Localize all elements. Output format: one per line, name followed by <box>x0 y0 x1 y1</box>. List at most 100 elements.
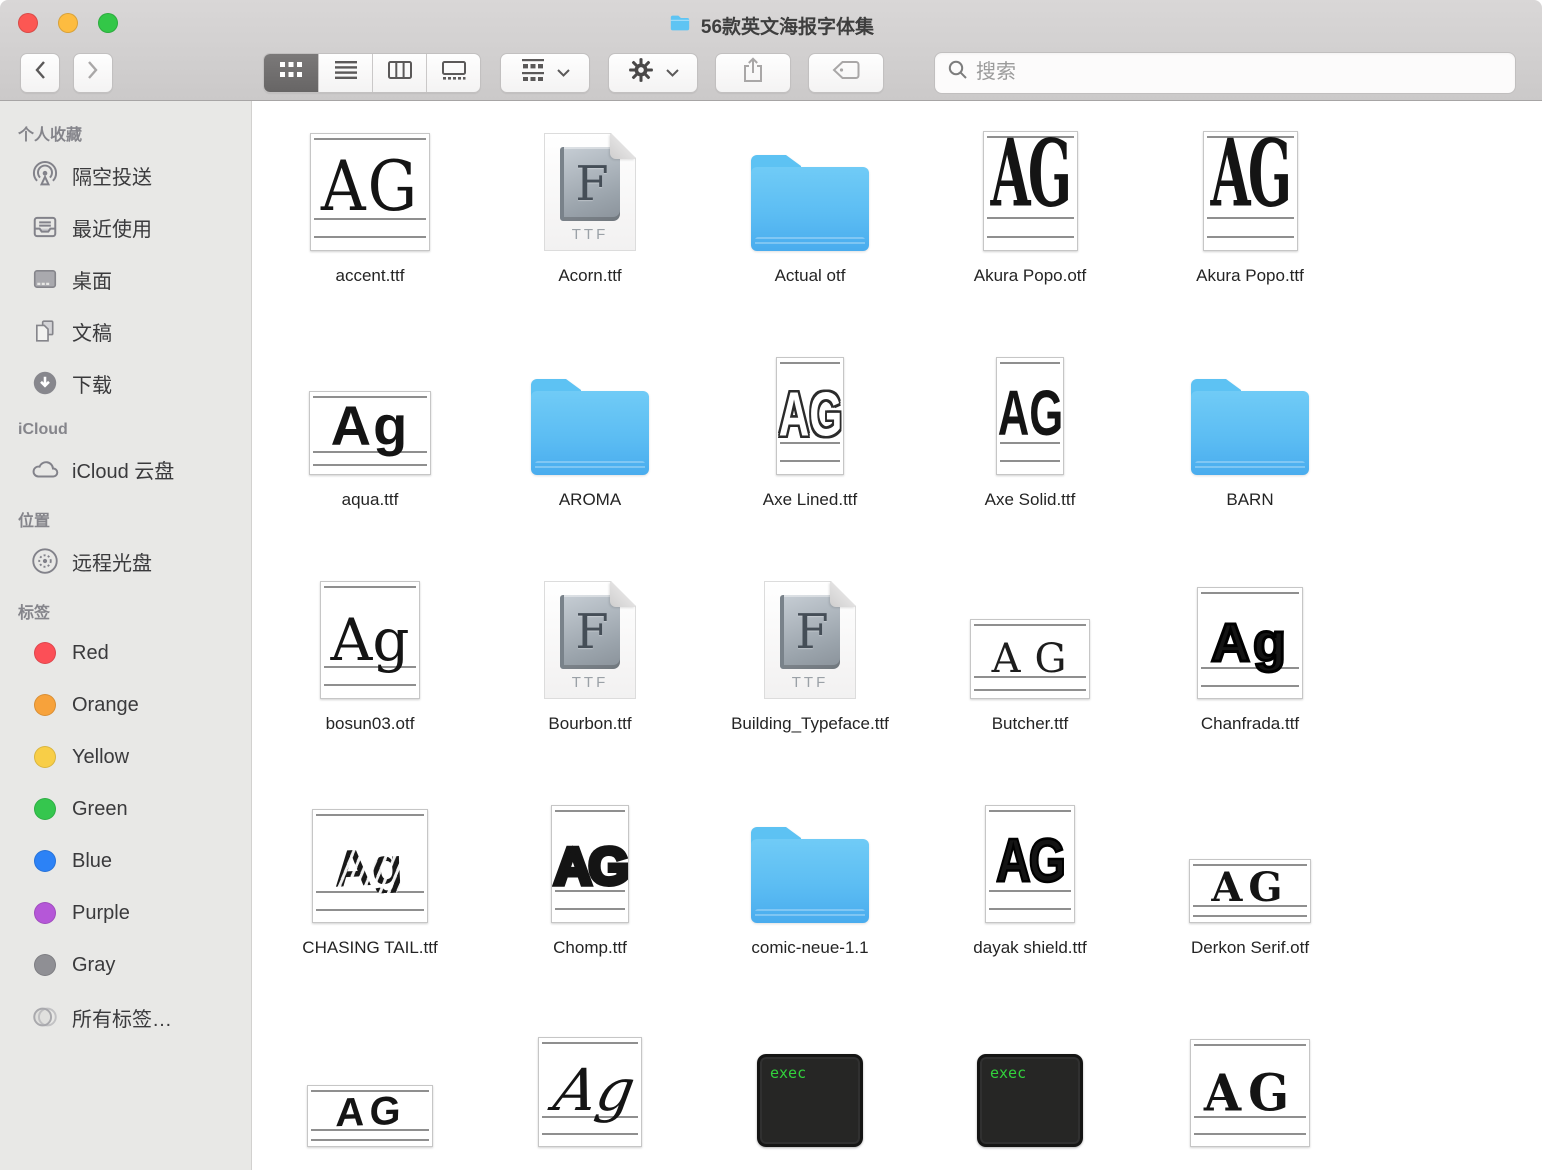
file-item[interactable]: AG <box>1140 1019 1360 1170</box>
grid-view-icon <box>279 61 303 84</box>
chevron-right-icon <box>87 60 99 85</box>
file-icon-slot: AG <box>1203 123 1298 251</box>
folder-icon <box>751 827 869 923</box>
share-button[interactable] <box>715 53 791 93</box>
sidebar-item[interactable]: 下载 <box>18 357 251 409</box>
file-item[interactable]: AG <box>260 1019 480 1170</box>
ttf-badge: TTF <box>572 674 609 691</box>
file-item[interactable]: Agbosun03.otf <box>260 571 480 795</box>
sidebar-item[interactable]: 文稿 <box>18 305 251 357</box>
chevron-left-icon <box>34 60 46 85</box>
tag-dot <box>30 794 60 824</box>
chevron-down-icon <box>557 64 570 82</box>
file-item[interactable]: AROMA <box>480 347 700 571</box>
sidebar-item[interactable]: Green <box>18 783 251 835</box>
sidebar-item-label: Blue <box>72 850 112 873</box>
finder-window: 56款英文海报字体集 <box>0 0 1542 1170</box>
sidebar-item[interactable]: Purple <box>18 887 251 939</box>
font-preview-thumbnail: AG <box>983 131 1078 251</box>
sidebar-item-label: 文稿 <box>72 317 112 346</box>
sidebar-item[interactable]: Gray <box>18 939 251 991</box>
title-area: 56款英文海报字体集 <box>0 6 1542 39</box>
file-icon-slot: AG <box>996 347 1064 475</box>
sidebar-item[interactable]: Blue <box>18 835 251 887</box>
file-item[interactable]: FTTFBourbon.ttf <box>480 571 700 795</box>
file-icon-slot: AG <box>983 123 1078 251</box>
file-item[interactable]: comic-neue-1.1 <box>700 795 920 1019</box>
content-area: AGaccent.ttfFTTFAcorn.ttfActual otfAGAku… <box>252 101 1542 1170</box>
view-icons-button[interactable] <box>264 54 318 92</box>
file-item[interactable]: AGdayak shield.ttf <box>920 795 1140 1019</box>
disc-icon <box>30 546 60 576</box>
group-by-button[interactable] <box>500 53 590 93</box>
file-item[interactable]: AG Chomp.ttf <box>480 795 700 1019</box>
sidebar-item[interactable]: 远程光盘 <box>18 535 251 587</box>
file-grid: AGaccent.ttfFTTFAcorn.ttfActual otfAGAku… <box>260 123 1542 1170</box>
sidebar-item[interactable]: 桌面 <box>18 253 251 305</box>
column-view-icon <box>388 61 412 84</box>
file-item[interactable]: exec <box>920 1019 1140 1170</box>
sidebar-item[interactable]: 隔空投送 <box>18 149 251 201</box>
file-icon-slot: AG <box>970 571 1090 699</box>
sidebar-section-header: 个人收藏 <box>18 121 251 145</box>
view-list-button[interactable] <box>318 54 372 92</box>
font-preview-thumbnail: AG <box>551 805 629 923</box>
file-item[interactable]: AGAkura Popo.ttf <box>1140 123 1360 347</box>
file-item[interactable]: AGAkura Popo.otf <box>920 123 1140 347</box>
window-body: 个人收藏隔空投送最近使用桌面文稿下载iCloudiCloud 云盘位置远程光盘标… <box>0 101 1542 1170</box>
file-item[interactable]: Ag <box>480 1019 700 1170</box>
view-coverflow-button[interactable] <box>426 54 480 92</box>
ttf-file-icon: FTTF <box>544 133 636 251</box>
file-item[interactable]: Actual otf <box>700 123 920 347</box>
sidebar-item[interactable]: Orange <box>18 679 251 731</box>
file-item[interactable]: BARN <box>1140 347 1360 571</box>
view-columns-button[interactable] <box>372 54 426 92</box>
file-item[interactable]: FTTF Acorn.ttf <box>480 123 700 347</box>
search-field[interactable] <box>934 52 1516 94</box>
minimize-button[interactable] <box>58 13 78 33</box>
ttf-badge: TTF <box>572 226 609 243</box>
zoom-button[interactable] <box>98 13 118 33</box>
file-icon-slot <box>1191 347 1309 475</box>
file-item[interactable]: FTTFBuilding_Typeface.ttf <box>700 571 920 795</box>
file-item[interactable]: AGaccent.ttf <box>260 123 480 347</box>
file-icon-slot: AG <box>776 347 844 475</box>
sidebar-item-label: iCloud 云盘 <box>72 455 174 484</box>
tag-dot <box>30 690 60 720</box>
sidebar-item-label: Orange <box>72 694 139 717</box>
font-preview-thumbnail: AG <box>310 133 430 251</box>
font-preview-thumbnail: Ag <box>538 1037 642 1147</box>
file-name-label: Chomp.ttf <box>553 935 627 961</box>
sidebar-item[interactable]: Red <box>18 627 251 679</box>
action-button[interactable] <box>608 53 698 93</box>
icloud-icon <box>30 454 60 484</box>
file-item[interactable]: Agaqua.ttf <box>260 347 480 571</box>
file-item[interactable]: exec <box>700 1019 920 1170</box>
file-item[interactable]: AG Butcher.ttf <box>920 571 1140 795</box>
sidebar-item[interactable]: Yellow <box>18 731 251 783</box>
file-icon-slot: exec <box>757 1019 863 1147</box>
sidebar-item[interactable]: 最近使用 <box>18 201 251 253</box>
group-icon <box>521 59 545 86</box>
file-item[interactable]: AGDerkon Serif.otf <box>1140 795 1360 1019</box>
search-input[interactable] <box>976 61 1486 84</box>
back-button[interactable] <box>20 53 60 93</box>
file-icon-slot: FTTF <box>544 571 636 699</box>
sidebar-item[interactable]: 所有标签… <box>18 991 251 1043</box>
tags-button[interactable] <box>808 53 884 93</box>
tag-dot <box>30 638 60 668</box>
close-button[interactable] <box>18 13 38 33</box>
file-item[interactable]: AGAxe Solid.ttf <box>920 347 1140 571</box>
exec-file-icon: exec <box>977 1054 1083 1147</box>
file-name-label: dayak shield.ttf <box>973 935 1086 961</box>
file-name-label: Butcher.ttf <box>992 711 1069 737</box>
coverflow-view-icon <box>442 61 466 85</box>
file-item[interactable]: AgCHASING TAIL.ttf <box>260 795 480 1019</box>
forward-button[interactable] <box>73 53 113 93</box>
file-item[interactable]: AgChanfrada.ttf <box>1140 571 1360 795</box>
ttf-file-icon: FTTF <box>544 581 636 699</box>
file-item[interactable]: AGAxe Lined.ttf <box>700 347 920 571</box>
all-tags-icon <box>30 1002 60 1032</box>
sidebar-item[interactable]: iCloud 云盘 <box>18 443 251 495</box>
file-name-label: Acorn.ttf <box>558 263 621 289</box>
